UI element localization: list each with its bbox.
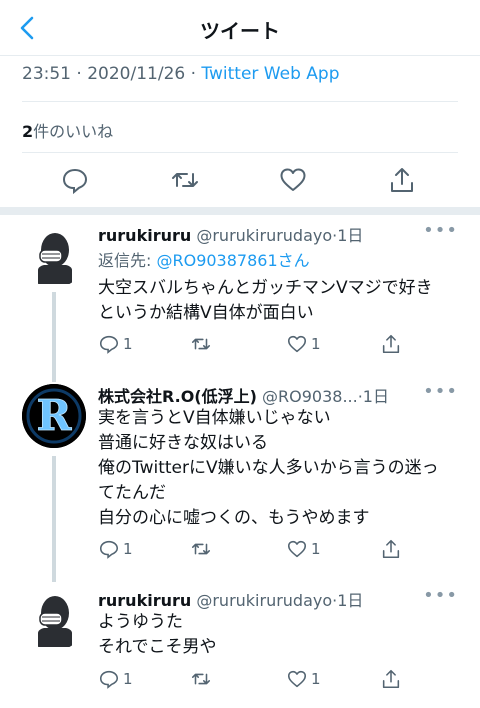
avatar[interactable]: [22, 587, 86, 651]
tweet-actions: 1 1: [98, 538, 458, 562]
share-icon[interactable]: [387, 165, 417, 195]
reply-to-link[interactable]: @RO90387861さん: [156, 251, 309, 270]
share-button[interactable]: [380, 668, 402, 690]
meta-dot: ·: [76, 64, 82, 84]
retweet-button[interactable]: [190, 333, 212, 355]
reply-icon: [99, 540, 119, 559]
section-divider: [0, 207, 480, 215]
svg-text:R: R: [37, 391, 73, 440]
tweet-line: 実を言うとV自体嫌いじゃない: [98, 408, 331, 428]
like-icon[interactable]: [278, 165, 308, 195]
tweet-line: てたんだ: [98, 483, 166, 503]
tweet-line: それでこそ男や: [98, 637, 217, 657]
reply-icon: [99, 335, 119, 354]
reply-icon: [99, 670, 119, 689]
like-count: 1: [311, 540, 321, 558]
tweet-text: ようゆうた それでこそ男や: [98, 610, 468, 660]
tweet-actions: 1 1: [98, 668, 458, 692]
share-button[interactable]: [380, 538, 402, 560]
like-count: 1: [311, 670, 321, 688]
more-icon[interactable]: •••: [423, 381, 458, 402]
display-name[interactable]: rurukiruru: [98, 591, 191, 610]
like-icon: [287, 540, 307, 558]
tweet-text: 実を言うとV自体嫌いじゃない 普通に好きな奴はいる 俺のTwitterにV嫌いな…: [98, 406, 468, 531]
page-title: ツイート: [200, 19, 280, 43]
handle[interactable]: @rurukirurudayo: [196, 591, 332, 610]
retweet-icon: [191, 543, 211, 555]
tweet-line: ようゆうた: [98, 612, 183, 632]
retweet-icon: [191, 673, 211, 685]
likes-count: 2: [22, 122, 34, 141]
tweet-date: 2020/11/26: [87, 64, 186, 84]
reply-count: 1: [123, 335, 133, 353]
like-count: 1: [311, 335, 321, 353]
like-icon: [287, 670, 307, 688]
tweet-time: 23:51: [22, 64, 71, 84]
tweet-header: rurukiruru @rurukirurudayo·1日: [98, 222, 363, 246]
retweet-icon: [191, 338, 211, 350]
more-icon[interactable]: •••: [423, 585, 458, 606]
like-button[interactable]: 1: [286, 668, 321, 690]
tweet-age: ·1日: [332, 226, 364, 245]
reply-icon[interactable]: [60, 165, 90, 195]
divider: [22, 101, 458, 102]
reply-button[interactable]: 1: [98, 333, 133, 355]
display-name[interactable]: rurukiruru: [98, 226, 191, 245]
share-icon: [382, 334, 400, 354]
meta-dot-2: ·: [190, 64, 197, 84]
retweet-icon[interactable]: [170, 165, 200, 195]
reply-count: 1: [123, 540, 133, 558]
reply-to-line: 返信先: @RO90387861さん: [98, 247, 310, 271]
reply-count: 1: [123, 670, 133, 688]
tweet-text: 大空スバルちゃんとガッチマンVマジで好き というか結構V自体が面白い: [98, 276, 468, 326]
likes-summary[interactable]: 2件のいいね: [22, 118, 113, 142]
reply-button[interactable]: 1: [98, 538, 133, 560]
more-icon[interactable]: •••: [423, 220, 458, 241]
handle[interactable]: @rurukirurudayo: [196, 226, 332, 245]
reply-prefix: 返信先:: [98, 251, 157, 270]
retweet-button[interactable]: [190, 668, 212, 690]
thread-line: [52, 456, 56, 582]
top-bar: ツイート: [0, 0, 480, 56]
avatar[interactable]: [22, 224, 86, 288]
tweet-line: 普通に好きな奴はいる: [98, 433, 268, 453]
tweet-header: rurukiruru @rurukirurudayo·1日: [98, 587, 363, 611]
tweet-age: ·1日: [357, 387, 389, 406]
likes-label: 件のいいね: [33, 122, 114, 141]
display-name[interactable]: 株式会社R.O(低浮上): [98, 387, 257, 406]
tweet-line: 俺のTwitterにV嫌いな人多いから言うの迷っ: [98, 458, 439, 478]
thread-line: [52, 292, 56, 382]
handle[interactable]: @RO9038...: [262, 387, 358, 406]
divider: [22, 152, 458, 153]
like-button[interactable]: 1: [286, 538, 321, 560]
tweet-meta: 23:51 · 2020/11/26 · Twitter Web App: [22, 64, 339, 84]
retweet-button[interactable]: [190, 538, 212, 560]
tweet-line: というか結構V自体が面白い: [98, 303, 314, 323]
avatar[interactable]: R: [22, 384, 86, 448]
share-button[interactable]: [380, 333, 402, 355]
tweet-line: 大空スバルちゃんとガッチマンVマジで好き: [98, 278, 433, 298]
tweet-line: 自分の心に嘘つくの、もうやめます: [98, 508, 370, 528]
tweet-age: ·1日: [332, 591, 364, 610]
tweet-header: 株式会社R.O(低浮上) @RO9038...·1日: [98, 383, 389, 407]
tweet-source-link[interactable]: Twitter Web App: [201, 64, 339, 84]
like-button[interactable]: 1: [286, 333, 321, 355]
like-icon: [287, 335, 307, 353]
share-icon: [382, 539, 400, 559]
share-icon: [382, 669, 400, 689]
tweet-actions: 1 1: [98, 333, 458, 357]
reply-button[interactable]: 1: [98, 668, 133, 690]
